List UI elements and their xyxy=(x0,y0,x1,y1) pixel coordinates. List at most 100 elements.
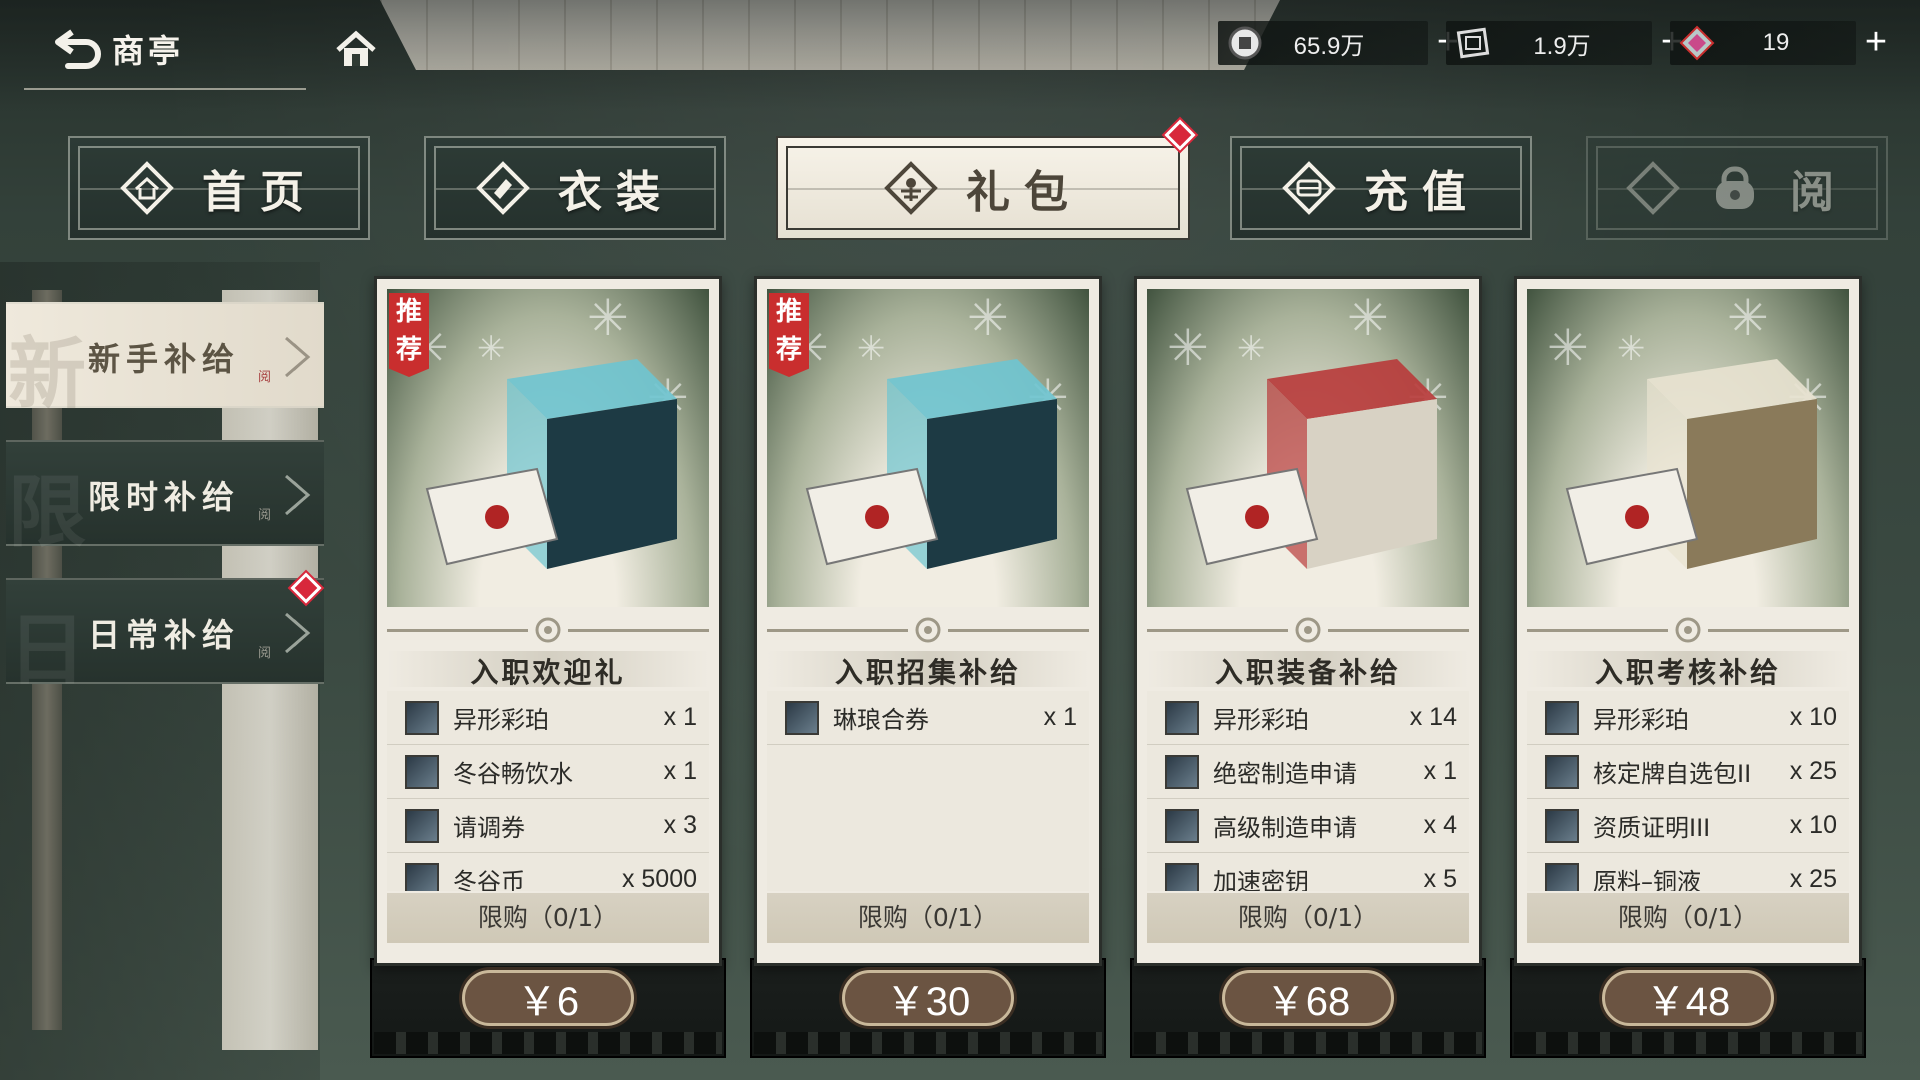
gift-box-image xyxy=(1185,359,1437,569)
purchase-limit: 限购（0/1） xyxy=(767,893,1089,943)
sidebar-item-label: 新手补给 xyxy=(88,340,241,378)
item-quantity: x 10 xyxy=(1789,811,1837,839)
card-frame: ✳ ✳ ✳ ✳ 推 荐 xyxy=(374,276,722,966)
item-icon xyxy=(1545,700,1579,735)
tab-clothing[interactable]: 衣装 xyxy=(424,136,726,240)
item-quantity: x 25 xyxy=(1789,757,1837,785)
purchase-limit: 限购（0/1） xyxy=(1147,893,1469,943)
item-icon xyxy=(1545,862,1579,891)
card-frame: ✳ ✳ ✳ ✳ xyxy=(1134,276,1482,966)
gift-pack-card[interactable]: ✳ ✳ ✳ ✳ 推 荐 xyxy=(750,276,1106,1066)
buy-price-button[interactable]: ￥30 xyxy=(842,970,1014,1026)
pack-item-list[interactable]: 异形彩珀 x 10 核定牌自选包II x 25 资质证明III x 10 原料–… xyxy=(1527,691,1849,891)
pack-item-row[interactable]: 冬谷畅饮水 x 1 xyxy=(387,745,709,799)
gift-pack-card[interactable]: ✳ ✳ ✳ ✳ xyxy=(1130,276,1486,1066)
tab-home[interactable]: 首页 xyxy=(68,136,370,240)
item-quantity: x 10 xyxy=(1789,703,1837,731)
gift-pack-card[interactable]: ✳ ✳ ✳ ✳ 推 荐 xyxy=(370,276,726,1066)
divider-ornament-icon xyxy=(915,617,941,643)
gift-diamond-icon xyxy=(884,161,938,215)
card-base-trim xyxy=(1134,1032,1482,1054)
currency-voucher: 1.9万 + xyxy=(1446,20,1692,66)
pack-item-row[interactable]: 异形彩珀 x 10 xyxy=(1527,691,1849,745)
item-name: 高级制造申请 xyxy=(1213,814,1357,842)
tab-recharge[interactable]: 充值 xyxy=(1230,136,1532,240)
item-quantity: x 1 xyxy=(1043,703,1077,731)
sidebar-item-limited[interactable]: 限 限时补给 阅 xyxy=(6,440,324,558)
card-divider xyxy=(767,615,1089,645)
gift-box-image xyxy=(1565,359,1817,569)
buy-price-button[interactable]: ￥48 xyxy=(1602,970,1774,1026)
buy-price-button[interactable]: ￥68 xyxy=(1222,970,1394,1026)
item-icon xyxy=(1165,862,1199,891)
card-frame: ✳ ✳ ✳ ✳ xyxy=(1514,276,1862,966)
gift-pack-card[interactable]: ✳ ✳ ✳ ✳ xyxy=(1510,276,1866,1066)
item-quantity: x 5000 xyxy=(621,865,697,891)
card-divider xyxy=(1527,615,1849,645)
pack-item-row[interactable]: 琳琅合券 x 1 xyxy=(767,691,1089,745)
tab-locked[interactable]: 阅 xyxy=(1586,136,1888,240)
pack-item-row[interactable]: 资质证明III x 10 xyxy=(1527,799,1849,853)
silver-coin-icon xyxy=(1226,24,1264,62)
recharge-diamond-icon xyxy=(1282,161,1336,215)
pack-item-list[interactable]: 异形彩珀 x 14 绝密制造申请 x 1 高级制造申请 x 4 加速密钥 x 5 xyxy=(1147,691,1469,891)
recommended-badge: 推 荐 xyxy=(769,293,809,377)
sidebar-bg-char: 日 xyxy=(8,605,87,696)
buy-price-button[interactable]: ￥6 xyxy=(462,970,634,1026)
add-crystal-button[interactable]: + xyxy=(1856,21,1896,65)
sidebar-item-daily[interactable]: 日 日常补给 阅 xyxy=(6,578,324,696)
pack-artwork: ✳ ✳ ✳ ✳ xyxy=(767,289,1089,607)
item-icon xyxy=(405,754,439,789)
sidebar-bg-char: 限 xyxy=(8,467,87,558)
tab-gift[interactable]: 礼包 xyxy=(776,136,1190,240)
pack-item-row[interactable]: 高级制造申请 x 4 xyxy=(1147,799,1469,853)
pack-item-row[interactable]: 请调券 x 3 xyxy=(387,799,709,853)
pack-item-row[interactable]: 冬谷币 x 5000 xyxy=(387,853,709,891)
crystal-icon xyxy=(1678,24,1716,62)
chevron-right-icon xyxy=(285,336,311,378)
item-quantity: x 4 xyxy=(1423,811,1457,839)
divider-ornament-icon xyxy=(1675,617,1701,643)
tab-label: 礼包 xyxy=(966,167,1082,218)
item-name: 加速密钥 xyxy=(1213,868,1309,891)
item-name: 冬谷畅饮水 xyxy=(453,760,573,788)
badge-char: 推 xyxy=(395,297,422,327)
pack-item-row[interactable]: 核定牌自选包II x 25 xyxy=(1527,745,1849,799)
back-arrow-icon xyxy=(55,29,101,69)
sidebar-bg-char: 新 xyxy=(8,329,87,420)
pack-item-list[interactable]: 异形彩珀 x 1 冬谷畅饮水 x 1 请调券 x 3 冬谷币 x 5000 xyxy=(387,691,709,891)
card-base-trim xyxy=(374,1032,722,1054)
sidebar-item-newbie[interactable]: 新 新手补给 阅 xyxy=(6,302,324,420)
pack-item-row[interactable]: 加速密钥 x 5 xyxy=(1147,853,1469,891)
badge-char: 荐 xyxy=(395,335,422,365)
item-name: 异形彩珀 xyxy=(1213,706,1309,734)
pack-artwork: ✳ ✳ ✳ ✳ xyxy=(1527,289,1849,607)
recommended-badge: 推 荐 xyxy=(389,293,429,377)
back-button[interactable]: 商亭 xyxy=(54,20,184,78)
item-quantity: x 25 xyxy=(1789,865,1837,891)
pack-item-row[interactable]: 原料–铜液 x 25 xyxy=(1527,853,1849,891)
item-icon xyxy=(1165,700,1199,735)
pack-item-row[interactable]: 异形彩珀 x 14 xyxy=(1147,691,1469,745)
voucher-icon xyxy=(1454,24,1492,62)
pack-artwork: ✳ ✳ ✳ ✳ xyxy=(1147,289,1469,607)
pack-item-list[interactable]: 琳琅合券 x 1 xyxy=(767,691,1089,891)
item-quantity: x 1 xyxy=(663,703,697,731)
clothing-diamond-icon xyxy=(476,161,530,215)
item-name: 绝密制造申请 xyxy=(1213,760,1357,788)
item-icon xyxy=(1545,754,1579,789)
item-name: 原料–铜液 xyxy=(1593,868,1701,891)
currency-silver: 65.9万 + xyxy=(1218,20,1468,66)
item-quantity: x 1 xyxy=(663,757,697,785)
pack-item-row[interactable]: 绝密制造申请 x 1 xyxy=(1147,745,1469,799)
item-name: 冬谷币 xyxy=(453,868,525,891)
divider-ornament-icon xyxy=(1295,617,1321,643)
item-quantity: x 5 xyxy=(1423,865,1457,891)
item-icon xyxy=(1165,808,1199,843)
badge-char: 荐 xyxy=(775,335,802,365)
item-icon xyxy=(405,808,439,843)
home-diamond-icon xyxy=(120,161,174,215)
home-icon[interactable] xyxy=(334,28,378,72)
pack-item-row[interactable]: 异形彩珀 x 1 xyxy=(387,691,709,745)
tab-label: 首页 xyxy=(202,167,318,218)
